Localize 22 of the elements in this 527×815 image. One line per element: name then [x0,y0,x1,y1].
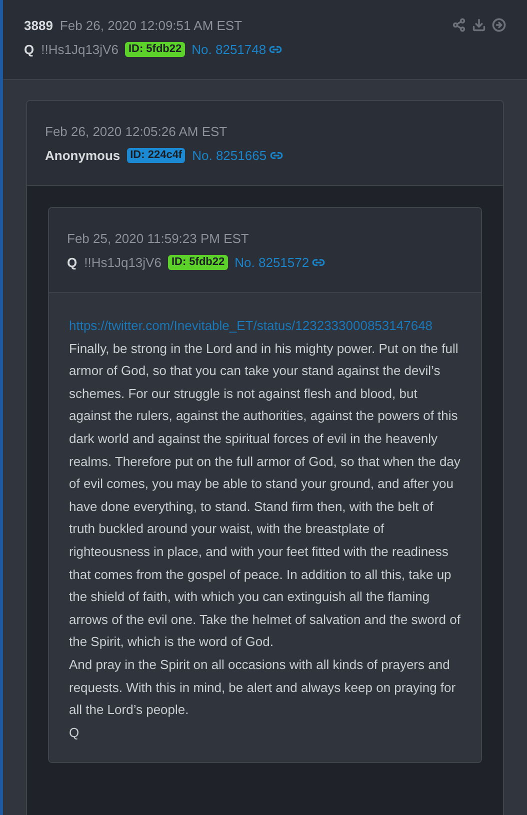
poster-name: Anonymous [45,146,120,165]
post-text: And pray in the Spirit on all occasions with all kinds of prayers and requests. With this in mind, be alert and always keep on praying for all the Lord’s people. [69,656,457,720]
post-number-link[interactable]: No. 8251665 [192,146,283,165]
tweet-link[interactable]: https://twitter.com/Inevitable_ET/status/1232333000853147648 [69,315,461,338]
post-number-link[interactable]: No. 8251572 [234,252,326,272]
post-date: Feb 25, 2020 11:59:23 PM EST [67,230,250,248]
post-date: Feb 26, 2020 12:05:26 AM EST [45,123,228,141]
tripcode: !!Hs1Jq13jV6 [84,254,162,272]
post-text: Finally, be strong in the Lord and in his mighty power. Put on the full armor of God, so that you can take your stand against the devil’s schemes. For our struggle is not against flesh and blood, but against the rulers, against the authorities, against the powers of this dark world and against the spiritual forces of evil in the heavenly realms. Therefore put on the full armor of God, so that when the day of evil comes, you may be able to stand your ground, and after you have done everything, to stand. Stand firm then, with the belt of truth buckled around your waist, with the breastplate of righteousness in place, and with your feet fitted with the readiness that comes from the gospel of peace. In addition to all this, take up the shield of faith, with which you can extinguish all the flaming arrows of the evil one. Take the helmet of salvation and the sword of the Spirit, which is the word of God. [69,340,461,652]
id-badge: ID: 5fdb22 [125,42,185,57]
arrow-right-icon[interactable] [492,18,506,32]
post-count: 3889 [24,17,53,35]
id-badge: ID: 224c4f [127,148,186,163]
post-text: Q [69,724,80,742]
download-icon[interactable] [472,18,486,32]
poster-name: Q [67,254,78,272]
share-icon[interactable] [452,18,466,32]
poster-name: Q [24,40,34,58]
post-date: Feb 26, 2020 12:09:51 AM EST [60,17,242,35]
tripcode: !!Hs1Jq13jV6 [41,40,118,59]
post-number-link[interactable]: No. 8251748 [192,40,282,59]
id-badge: ID: 5fdb22 [168,254,228,270]
